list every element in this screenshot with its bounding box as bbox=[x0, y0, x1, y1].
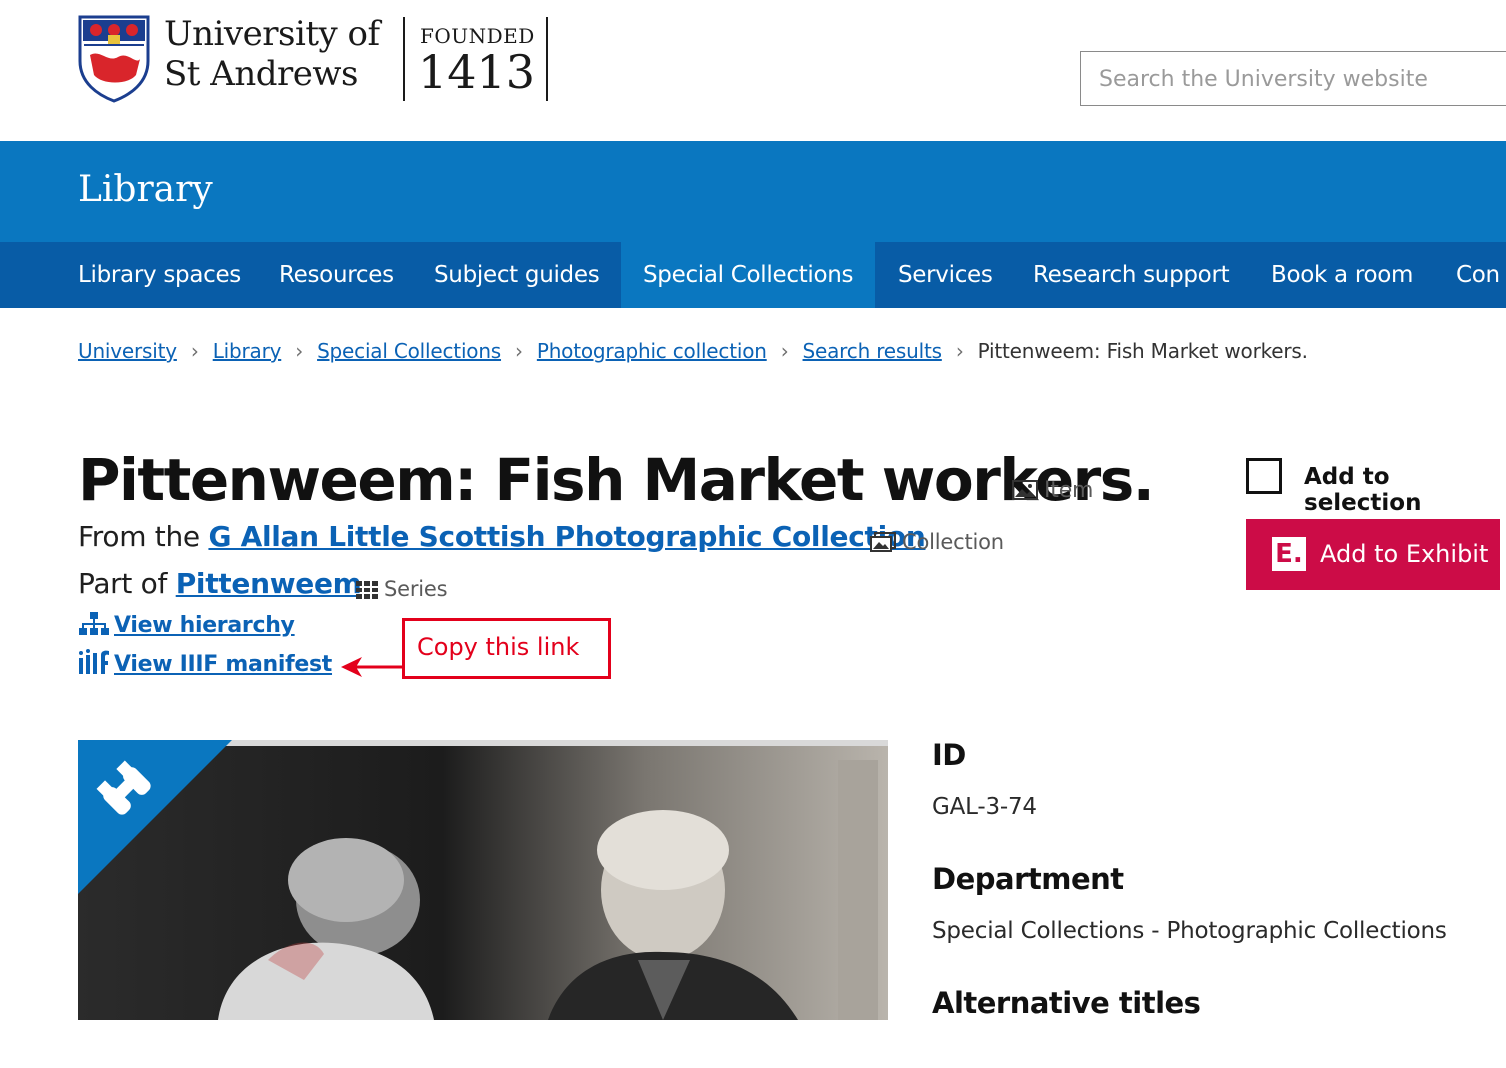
breadcrumb: University › Library › Special Collections › P… bbox=[78, 336, 1308, 366]
nav-item-subject-guides[interactable]: Subject guides bbox=[434, 242, 600, 308]
nav-item-services[interactable]: Services bbox=[898, 242, 993, 308]
chevron-right-icon: › bbox=[515, 339, 523, 363]
breadcrumb-current: Pittenweem: Fish Market workers. bbox=[977, 339, 1308, 363]
site-header: University of St Andrews FOUNDED 1413 Se… bbox=[0, 0, 1506, 141]
logo-divider bbox=[403, 17, 405, 101]
collection-line: From the G Allan Little Scottish Photogr… bbox=[78, 520, 926, 553]
chevron-right-icon: › bbox=[780, 339, 789, 363]
chevron-right-icon: › bbox=[955, 339, 964, 363]
nav-item-resources[interactable]: Resources bbox=[279, 242, 394, 308]
breadcrumb-link-special-collections[interactable]: Special Collections bbox=[317, 339, 501, 363]
main-navigation: Library spaces Resources Subject guides … bbox=[0, 242, 1506, 308]
series-line: Part of Pittenweem bbox=[78, 567, 362, 600]
breadcrumb-link-photographic-collection[interactable]: Photographic collection bbox=[537, 339, 767, 363]
metadata-label-id: ID bbox=[932, 738, 966, 772]
metadata-value-id: GAL-3-74 bbox=[932, 794, 1037, 820]
add-to-exhibit-label: Add to Exhibit bbox=[1320, 540, 1489, 568]
part-prefix: Part of bbox=[78, 567, 168, 600]
university-crest-logo[interactable] bbox=[78, 15, 150, 103]
page-title: Pittenweem: Fish Market workers. bbox=[78, 446, 1155, 514]
nav-item-contact-truncated[interactable]: Con bbox=[1456, 242, 1500, 308]
exhibit-icon: E. bbox=[1272, 537, 1306, 571]
collection-link[interactable]: G Allan Little Scottish Photographic Col… bbox=[208, 520, 925, 553]
series-type-tag: Series bbox=[356, 577, 448, 601]
item-type-tag: Item bbox=[1012, 478, 1093, 503]
chevron-right-icon: › bbox=[190, 339, 199, 363]
item-type-label: Item bbox=[1044, 478, 1094, 503]
image-icon bbox=[1012, 480, 1038, 500]
logo-divider-right bbox=[546, 17, 548, 101]
iiif-logo-icon bbox=[79, 649, 109, 674]
collection-type-tag: Collection bbox=[870, 530, 1004, 554]
add-to-exhibit-button[interactable]: E. Add to Exhibit bbox=[1246, 519, 1500, 590]
breadcrumb-link-library[interactable]: Library bbox=[213, 339, 282, 363]
metadata-label-department: Department bbox=[932, 862, 1124, 896]
view-iiif-manifest-label: View IIIF manifest bbox=[114, 652, 333, 677]
section-title[interactable]: Library bbox=[78, 169, 213, 210]
add-to-selection-checkbox[interactable] bbox=[1246, 458, 1282, 494]
chevron-right-icon: › bbox=[295, 339, 304, 363]
nav-item-library-spaces[interactable]: Library spaces bbox=[78, 242, 241, 308]
founded-year: 1413 bbox=[418, 45, 536, 99]
metadata-value-department: Special Collections - Photographic Colle… bbox=[932, 918, 1447, 944]
view-hierarchy-link[interactable]: View hierarchy bbox=[78, 612, 295, 638]
images-icon bbox=[870, 532, 896, 552]
university-name[interactable]: University of St Andrews bbox=[164, 14, 380, 94]
add-to-selection-label[interactable]: Add to selection bbox=[1304, 464, 1506, 516]
nav-item-research-support[interactable]: Research support bbox=[1033, 242, 1230, 308]
collection-type-label: Collection bbox=[902, 530, 1004, 554]
library-banner: Library bbox=[0, 141, 1506, 242]
view-iiif-manifest-link[interactable]: View IIIF manifest bbox=[78, 649, 332, 677]
grid-icon bbox=[356, 581, 378, 599]
university-name-line2: St Andrews bbox=[164, 54, 358, 94]
annotation-arrow-icon bbox=[341, 657, 402, 677]
item-photograph[interactable] bbox=[78, 740, 888, 1020]
series-type-label: Series bbox=[384, 577, 448, 601]
hierarchy-icon bbox=[79, 612, 109, 635]
zoom-corner-badge[interactable] bbox=[78, 740, 232, 894]
metadata-label-alternative-titles: Alternative titles bbox=[932, 986, 1201, 1020]
site-search-input[interactable]: Search the University website bbox=[1080, 51, 1506, 106]
from-prefix: From the bbox=[78, 520, 200, 553]
breadcrumb-link-search-results[interactable]: Search results bbox=[803, 339, 942, 363]
university-name-line1: University of bbox=[164, 14, 380, 54]
breadcrumb-link-university[interactable]: University bbox=[78, 339, 177, 363]
annotation-callout: Copy this link bbox=[402, 618, 611, 679]
view-hierarchy-label: View hierarchy bbox=[114, 613, 295, 638]
nav-item-book-a-room[interactable]: Book a room bbox=[1271, 242, 1413, 308]
series-link[interactable]: Pittenweem bbox=[176, 567, 362, 600]
nav-item-special-collections[interactable]: Special Collections bbox=[621, 242, 876, 308]
